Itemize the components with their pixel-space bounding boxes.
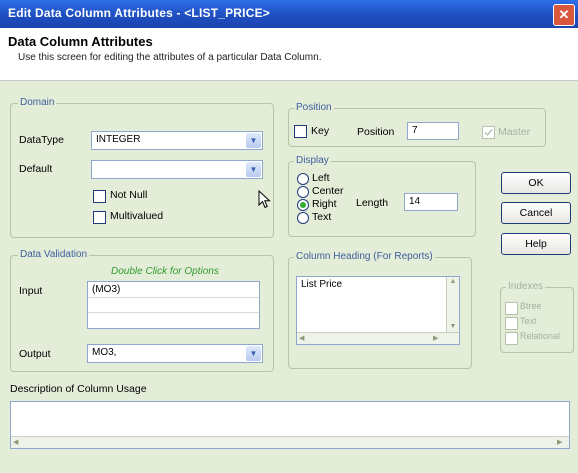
position-group-label: Position: [294, 102, 334, 113]
radio-left[interactable]: [297, 173, 309, 185]
input-value: (MO3): [92, 284, 121, 295]
multivalued-label: Multivalued: [110, 210, 164, 222]
input-divider: [88, 312, 259, 313]
position-label: Position: [357, 126, 395, 138]
master-checkbox: [482, 126, 495, 139]
input-label: Input: [19, 285, 43, 297]
column-heading-group-label: Column Heading (For Reports): [294, 251, 435, 262]
length-label: Length: [356, 197, 389, 209]
chevron-down-icon[interactable]: ▼: [246, 133, 261, 148]
default-select[interactable]: ▼: [91, 160, 263, 179]
default-label: Default: [19, 163, 53, 175]
length-value: 14: [409, 196, 421, 207]
scroll-left-icon[interactable]: ◀: [13, 437, 18, 448]
description-label: Description of Column Usage: [10, 383, 147, 395]
chevron-down-icon[interactable]: ▼: [246, 346, 261, 361]
checkmark-icon: [484, 129, 493, 137]
validation-group-label: Data Validation: [18, 249, 90, 260]
datatype-select[interactable]: INTEGER ▼: [91, 131, 263, 150]
radio-center[interactable]: [297, 186, 309, 198]
mouse-pointer-icon: [258, 190, 271, 209]
display-group-label: Display: [294, 155, 331, 166]
not-null-checkbox[interactable]: [93, 190, 106, 203]
text-index-label: Text: [520, 316, 537, 326]
header-title: Data Column Attributes: [8, 34, 153, 49]
datatype-value: INTEGER: [96, 134, 141, 145]
help-button[interactable]: Help: [501, 233, 571, 255]
output-value: MO3,: [92, 347, 117, 358]
multivalued-checkbox[interactable]: [93, 211, 106, 224]
radio-right-label: Right: [312, 198, 337, 210]
input-divider: [88, 297, 259, 298]
position-field[interactable]: 7: [407, 122, 459, 140]
column-heading-textarea[interactable]: List Price ▲ ▼ ◀ ▶: [296, 276, 460, 345]
key-checkbox[interactable]: [294, 125, 307, 138]
scroll-left-icon[interactable]: ◀: [299, 333, 304, 344]
key-label: Key: [311, 125, 330, 137]
window-title: Edit Data Column Attributes - <LIST_PRIC…: [8, 6, 270, 20]
radio-text[interactable]: [297, 212, 309, 224]
dialog-header: Data Column Attributes Use this screen f…: [0, 28, 578, 81]
chevron-down-icon[interactable]: ▼: [246, 162, 261, 177]
description-textarea[interactable]: ◀ ▶: [10, 401, 570, 449]
radio-right[interactable]: [297, 199, 309, 211]
scroll-right-icon[interactable]: ▶: [557, 437, 562, 448]
close-button[interactable]: ✕: [553, 4, 575, 26]
radio-center-label: Center: [312, 185, 344, 197]
length-field[interactable]: 14: [404, 193, 458, 211]
title-bar[interactable]: Edit Data Column Attributes - <LIST_PRIC…: [0, 0, 578, 28]
ok-button[interactable]: OK: [501, 172, 571, 194]
scroll-up-icon[interactable]: ▲: [447, 277, 459, 287]
relational-label: Relational: [520, 331, 561, 341]
horizontal-scrollbar[interactable]: ◀ ▶: [297, 332, 459, 344]
position-value: 7: [412, 125, 418, 136]
radio-text-label: Text: [312, 211, 332, 223]
not-null-label: Not Null: [110, 189, 148, 201]
validation-hint: Double Click for Options: [111, 266, 219, 277]
vertical-scrollbar[interactable]: ▲ ▼: [446, 277, 459, 332]
output-select[interactable]: MO3, ▼: [87, 344, 263, 363]
relational-checkbox: [505, 332, 518, 345]
radio-left-label: Left: [312, 172, 330, 184]
output-label: Output: [19, 348, 51, 360]
indexes-group-label: Indexes: [506, 281, 546, 292]
master-label: Master: [498, 126, 531, 138]
input-field[interactable]: (MO3): [87, 281, 260, 329]
header-subtitle: Use this screen for editing the attribut…: [18, 52, 322, 63]
description-horizontal-scrollbar[interactable]: ◀ ▶: [11, 436, 569, 448]
btree-checkbox: [505, 302, 518, 315]
domain-group-label: Domain: [18, 97, 57, 108]
text-index-checkbox: [505, 317, 518, 330]
scroll-down-icon[interactable]: ▼: [447, 322, 459, 332]
column-heading-value: List Price: [301, 279, 343, 290]
cancel-button[interactable]: Cancel: [501, 202, 571, 224]
datatype-label: DataType: [19, 134, 64, 146]
dialog-window: Edit Data Column Attributes - <LIST_PRIC…: [0, 0, 578, 473]
btree-label: Btree: [520, 301, 542, 311]
scroll-right-icon[interactable]: ▶: [433, 333, 438, 344]
